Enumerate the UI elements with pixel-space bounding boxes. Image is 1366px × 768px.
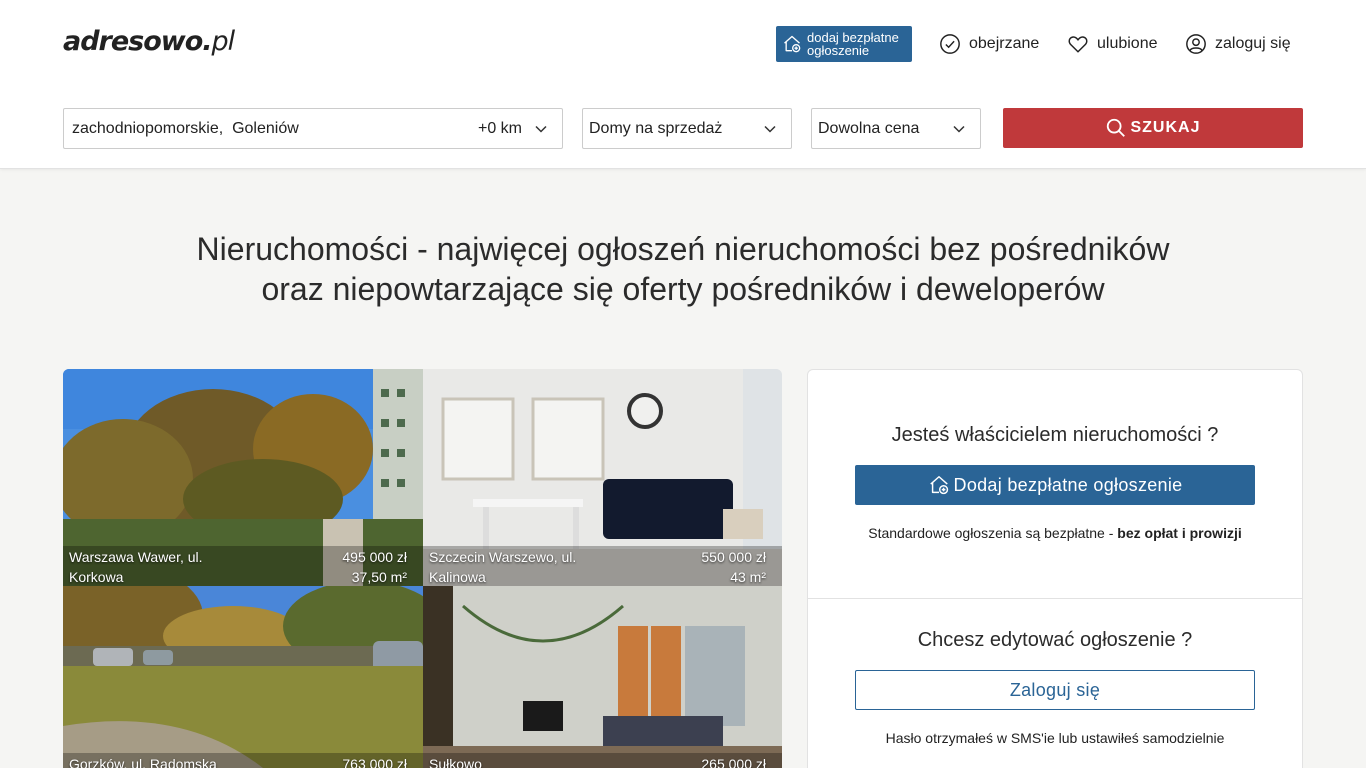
headline-line-2: oraz niepowtarzające się oferty pośredni… — [261, 271, 1105, 307]
listing-price-block: 265 000 zł — [701, 754, 766, 768]
listing-address: Gorzków, ul. Radomska — [69, 756, 217, 768]
add-listing-button[interactable]: dodaj bezpłatne ogłoszenie — [776, 26, 912, 62]
search-button-label: SZUKAJ — [1130, 119, 1201, 136]
nav-favorites-label: ulubione — [1097, 35, 1158, 52]
free-note-bold: bez opłat i prowizji — [1117, 525, 1242, 541]
add-free-listing-button[interactable]: Dodaj bezpłatne ogłoszenie — [855, 465, 1255, 505]
listing-price: 550 000 zł — [701, 549, 766, 565]
listing-tile[interactable]: Warszawa Wawer, ul. Korkowa 495 000 zł 3… — [63, 369, 423, 586]
headline-line-1: Nieruchomości - najwięcej ogłoszeń nieru… — [196, 231, 1170, 267]
nav-watched[interactable]: obejrzane — [939, 32, 1039, 56]
edit-title: Chcesz edytować ogłoszenie ? — [917, 629, 1193, 651]
nav-login[interactable]: zaloguj się — [1185, 32, 1291, 56]
listing-tile[interactable]: Sułkowo 265 000 zł — [423, 586, 782, 768]
magnifier-icon — [1107, 118, 1126, 137]
property-type-value: Domy na sprzedaż — [589, 119, 723, 137]
listing-caption: Szczecin Warszewo, ul. Kalinowa 550 000 … — [423, 546, 782, 586]
owner-title: Jesteś właścicielem nieruchomości ? — [891, 424, 1219, 446]
site-logo[interactable]: adresowo.pl — [63, 26, 236, 57]
listing-price: 495 000 zł — [342, 549, 407, 565]
chevron-down-icon — [764, 125, 776, 133]
listing-area: 43 m² — [730, 569, 766, 585]
listing-address: Szczecin Warszewo, ul. Kalinowa — [429, 549, 577, 585]
login-button-label: Zaloguj się — [1009, 679, 1101, 700]
house-plus-icon — [784, 35, 801, 53]
location-select[interactable]: zachodniopomorskie, Goleniów +0 km — [63, 108, 563, 149]
password-note: Hasło otrzymałeś w SMS'ie lub ustawiłeś … — [885, 730, 1225, 746]
add-listing-label: dodaj bezpłatne ogłoszenie — [807, 30, 899, 58]
listing-caption: Gorzków, ul. Radomska 763 000 zł — [63, 753, 423, 768]
price-select[interactable]: Dowolna cena — [811, 108, 981, 149]
listing-address: Warszawa Wawer, ul. Korkowa — [69, 549, 203, 585]
listing-photo — [63, 586, 423, 768]
login-button[interactable]: Zaloguj się — [855, 670, 1255, 710]
listing-price: 265 000 zł — [701, 756, 766, 768]
listing-caption: Sułkowo 265 000 zł — [423, 753, 782, 768]
listing-tile[interactable]: Gorzków, ul. Radomska 763 000 zł — [63, 586, 423, 768]
check-circle-icon — [940, 34, 960, 54]
radius-value: +0 km — [477, 119, 522, 137]
listing-address: Sułkowo — [429, 756, 482, 768]
listing-price: 763 000 zł — [342, 756, 407, 768]
search-button[interactable]: SZUKAJ — [1003, 108, 1303, 148]
property-type-select[interactable]: Domy na sprzedaż — [582, 108, 792, 149]
free-listing-note: Standardowe ogłoszenia są bezpłatne - be… — [808, 525, 1302, 541]
heart-icon — [1068, 36, 1088, 53]
listing-caption: Warszawa Wawer, ul. Korkowa 495 000 zł 3… — [63, 546, 423, 586]
listing-price-block: 550 000 zł 43 m² — [701, 547, 766, 586]
location-value: zachodniopomorskie, Goleniów — [72, 119, 299, 137]
add-free-listing-label: Dodaj bezpłatne ogłoszenie — [953, 474, 1183, 495]
listing-price-block: 763 000 zł — [342, 754, 407, 768]
chevron-down-icon — [953, 125, 965, 133]
listing-photo — [423, 586, 782, 768]
user-circle-icon — [1186, 34, 1206, 54]
featured-listings: Warszawa Wawer, ul. Korkowa 495 000 zł 3… — [63, 369, 782, 768]
listing-price-block: 495 000 zł 37,50 m² — [342, 547, 407, 586]
logo-main-text: adresowo. — [63, 26, 213, 57]
logo-suffix-text: pl — [211, 26, 236, 57]
panel-divider — [808, 598, 1302, 599]
house-plus-icon — [929, 476, 948, 495]
price-value: Dowolna cena — [818, 119, 920, 137]
page-headline: Nieruchomości - najwięcej ogłoszeń nieru… — [0, 229, 1366, 309]
free-note-text: Standardowe ogłoszenia są bezpłatne - — [868, 525, 1118, 541]
owner-panel: Jesteś właścicielem nieruchomości ? Doda… — [807, 369, 1303, 768]
nav-login-label: zaloguj się — [1215, 35, 1291, 52]
chevron-down-icon — [535, 125, 547, 133]
nav-favorites[interactable]: ulubione — [1067, 32, 1158, 56]
nav-watched-label: obejrzane — [969, 35, 1040, 52]
listing-tile[interactable]: Szczecin Warszewo, ul. Kalinowa 550 000 … — [423, 369, 782, 586]
site-header: adresowo.pl dodaj bezpłatne ogłoszenie o… — [0, 0, 1366, 169]
listing-area: 37,50 m² — [351, 569, 407, 585]
